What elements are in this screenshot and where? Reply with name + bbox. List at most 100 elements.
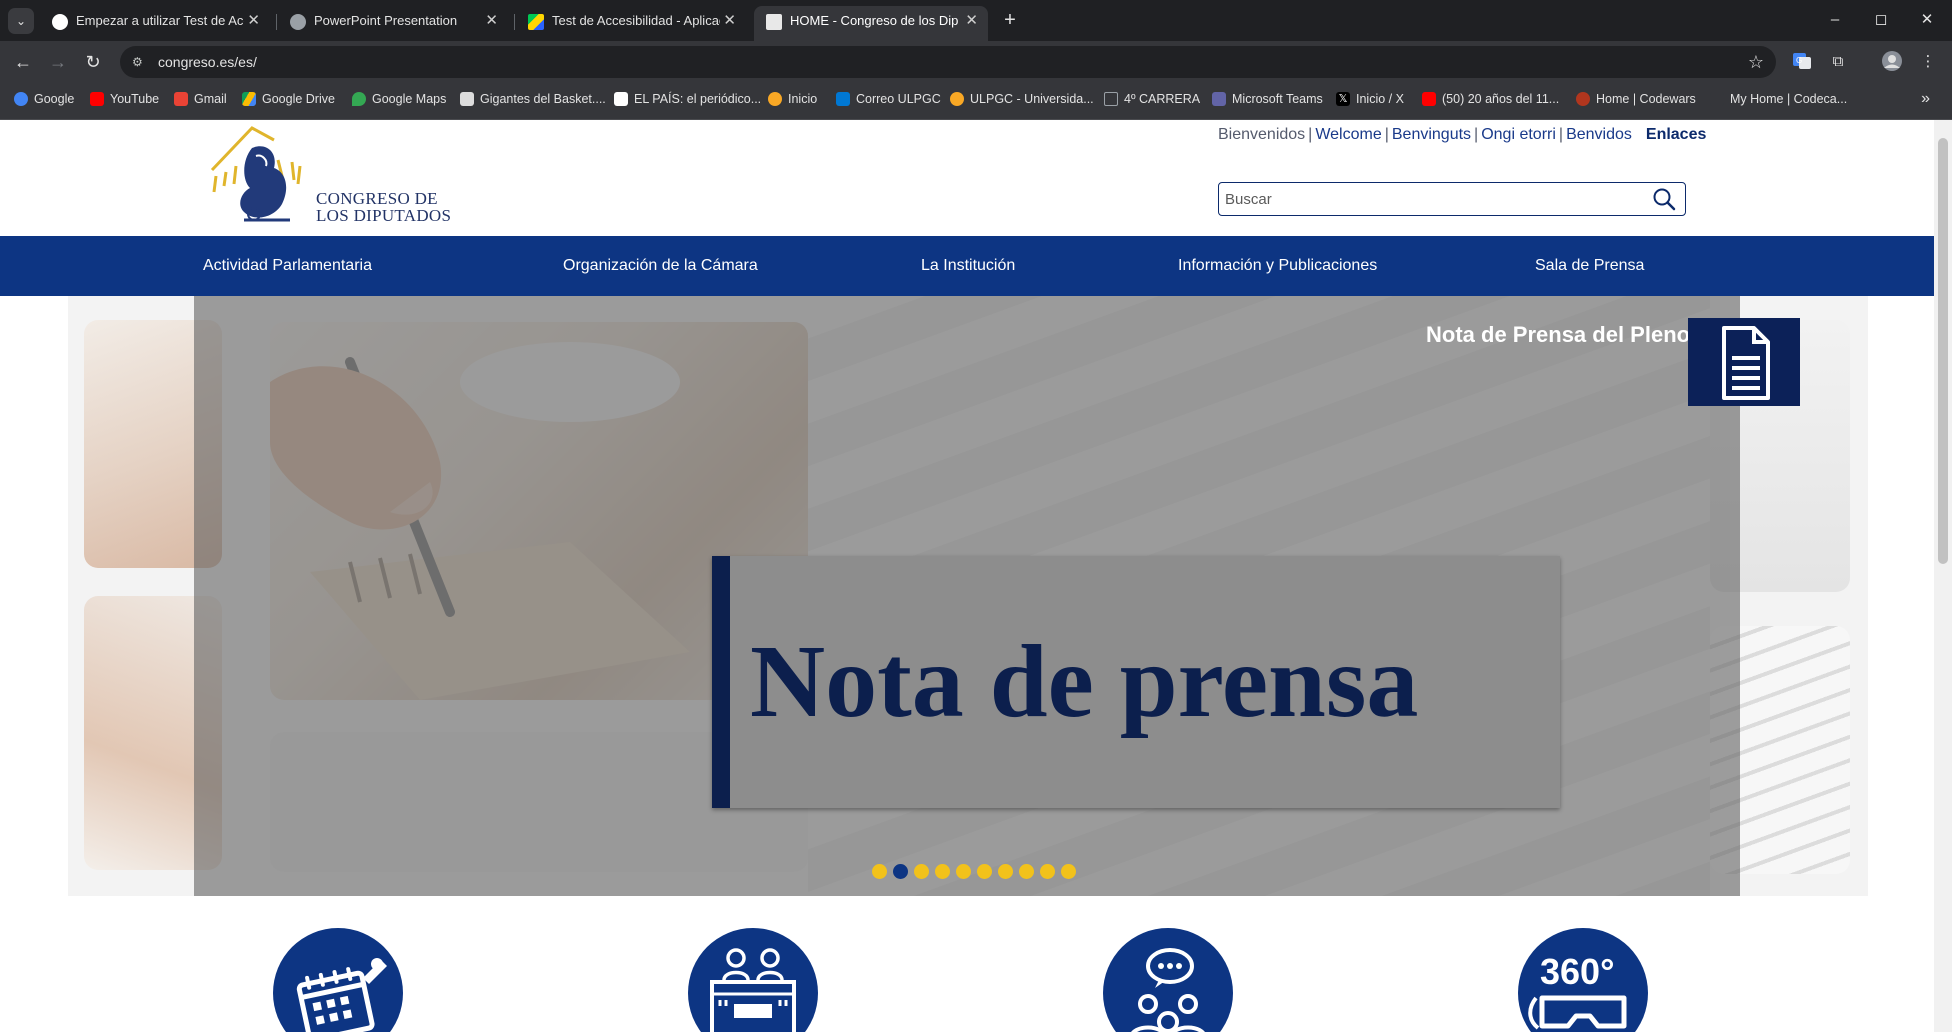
search-input[interactable]	[1225, 185, 1625, 213]
lang-link-en[interactable]: Welcome	[1315, 126, 1381, 143]
carousel-dot[interactable]	[893, 864, 908, 879]
gmail-icon	[174, 92, 188, 106]
language-bar: Bienvenidos | Welcome | Benvinguts | Ongi etor…	[1218, 126, 1706, 144]
main-navigation: Actividad Parlamentaria Organización de …	[0, 236, 1934, 296]
bookmark-item[interactable]: Microsoft Teams	[1210, 83, 1323, 115]
youtube-icon	[90, 92, 104, 106]
lang-link-es[interactable]: Bienvenidos	[1218, 126, 1305, 143]
carousel-dot[interactable]	[914, 864, 929, 879]
nav-organizacion-camara[interactable]: Organización de la Cámara	[563, 236, 758, 296]
enlaces-link[interactable]: Enlaces	[1646, 126, 1706, 143]
google-drive-icon	[242, 92, 256, 106]
profile-avatar[interactable]	[1880, 50, 1904, 74]
logo-text: CONGRESO DE LOS DIPUTADOS	[316, 190, 451, 224]
site-search	[1218, 182, 1686, 216]
hero-carousel[interactable]: Nota de Prensa del Pleno Nota de prensa	[68, 296, 1868, 896]
virtual-tour-360-icon-button[interactable]: 360°	[1518, 928, 1648, 1032]
tab-title: HOME - Congreso de los Diputados	[790, 13, 958, 28]
bookmark-label: YouTube	[110, 92, 160, 106]
bookmark-item[interactable]: YouTube	[88, 83, 159, 115]
translate-icon[interactable]: G	[1790, 50, 1814, 74]
lang-link-eu[interactable]: Ongi etorri	[1481, 126, 1556, 143]
close-window-icon[interactable]: ✕	[1904, 0, 1950, 41]
forward-icon[interactable]: →	[43, 48, 73, 78]
lang-link-ca[interactable]: Benvinguts	[1392, 126, 1471, 143]
lang-separator: |	[1474, 126, 1479, 143]
youtube-icon	[1422, 92, 1436, 106]
bookmark-item[interactable]: Correo ULPGC	[834, 83, 941, 115]
carousel-dot[interactable]	[872, 864, 887, 879]
browser-menu-icon[interactable]: ⋮	[1916, 50, 1940, 74]
extensions-icon[interactable]: ⧉	[1826, 50, 1850, 74]
teams-icon	[1212, 92, 1226, 106]
close-tab-icon[interactable]: ✕	[965, 6, 978, 35]
codecademy-icon	[1710, 92, 1724, 106]
carousel-dot[interactable]	[977, 864, 992, 879]
nav-informacion-publicaciones[interactable]: Información y Publicaciones	[1178, 236, 1377, 296]
carousel-dot[interactable]	[956, 864, 971, 879]
gigantes-icon	[460, 92, 474, 106]
bookmark-label: Gigantes del Basket....	[480, 92, 606, 106]
address-bar[interactable]: ⚙ congreso.es/es/ ☆	[120, 46, 1776, 78]
codewars-icon	[1576, 92, 1590, 106]
bookmark-item[interactable]: Google Maps	[350, 83, 446, 115]
scrollbar-thumb[interactable]	[1938, 138, 1948, 564]
nav-sala-de-prensa[interactable]: Sala de Prensa	[1535, 236, 1644, 296]
bookmark-label: Google Maps	[372, 92, 447, 106]
carousel-dot[interactable]	[1040, 864, 1055, 879]
bookmark-item[interactable]: (50) 20 años del 11...	[1420, 83, 1559, 115]
reload-icon[interactable]: ↻	[78, 48, 108, 78]
bookmark-item[interactable]: Home | Codewars	[1574, 83, 1696, 115]
globe-icon	[290, 14, 306, 30]
web-page: CONGRESO DE LOS DIPUTADOS Bienvenidos | We…	[0, 120, 1934, 1032]
browser-tab-active[interactable]: HOME - Congreso de los Diputados ✕	[754, 6, 988, 41]
play-store-icon	[528, 14, 544, 30]
tab-divider	[276, 14, 277, 30]
close-tab-icon[interactable]: ✕	[485, 6, 498, 35]
nav-actividad-parlamentaria[interactable]: Actividad Parlamentaria	[203, 236, 372, 296]
search-icon[interactable]	[1651, 186, 1677, 212]
bookmark-item[interactable]: ULPGC - Universida...	[948, 83, 1094, 115]
slide-title[interactable]: Nota de Prensa del Pleno	[1426, 322, 1690, 348]
maximize-icon[interactable]: ◻	[1858, 0, 1904, 41]
back-icon[interactable]: ←	[8, 48, 38, 78]
document-icon	[1722, 326, 1770, 400]
bookmark-item[interactable]: 𝕏 Inicio / X	[1334, 83, 1404, 115]
bookmark-item[interactable]: Google Drive	[240, 83, 335, 115]
browser-tab[interactable]: PowerPoint Presentation ✕	[278, 6, 508, 41]
bookmark-item[interactable]: Google	[12, 83, 74, 115]
bookmark-item[interactable]: Gigantes del Basket....	[458, 83, 606, 115]
nav-la-institucion[interactable]: La Institución	[921, 236, 1015, 296]
carousel-dot[interactable]	[1019, 864, 1034, 879]
bookmarks-bar: Google YouTube Gmail Google Drive Google…	[0, 83, 1952, 120]
new-tab-button[interactable]: +	[996, 6, 1024, 34]
carousel-dot[interactable]	[1061, 864, 1076, 879]
bookmark-star-icon[interactable]: ☆	[1748, 46, 1764, 78]
more-bookmarks-icon[interactable]: »	[1921, 83, 1930, 115]
calendar-icon-button[interactable]	[273, 928, 403, 1032]
minimize-icon[interactable]: –	[1812, 0, 1858, 41]
lang-separator: |	[1384, 126, 1389, 143]
carousel-dot[interactable]	[998, 864, 1013, 879]
browser-toolbar: ← → ↻ ⚙ congreso.es/es/ ☆ G ⧉ ⋮	[0, 41, 1952, 83]
close-tab-icon[interactable]: ✕	[247, 6, 260, 35]
bookmark-item[interactable]: Gmail	[172, 83, 227, 115]
congreso-logo[interactable]: CONGRESO DE LOS DIPUTADOS	[208, 126, 468, 230]
bookmark-item[interactable]: My Home | Codeca...	[1708, 83, 1847, 115]
close-tab-icon[interactable]: ✕	[723, 6, 736, 35]
tab-search-button[interactable]: ⌄	[8, 8, 34, 34]
bookmark-item[interactable]: Inicio	[766, 83, 817, 115]
browser-tab[interactable]: Empezar a utilizar Test de Accesibilidad…	[40, 6, 270, 41]
site-info-icon[interactable]: ⚙	[132, 54, 148, 70]
bookmark-item[interactable]: EL PAÍS: el periódico...	[612, 83, 761, 115]
congress-podium-icon-button[interactable]	[688, 928, 818, 1032]
people-chat-icon-button[interactable]	[1103, 928, 1233, 1032]
document-button[interactable]	[1688, 318, 1800, 406]
url-text[interactable]: congreso.es/es/	[158, 46, 257, 78]
carousel-dot[interactable]	[935, 864, 950, 879]
bookmark-label: Google	[34, 92, 75, 106]
lang-link-gl[interactable]: Benvidos	[1566, 126, 1632, 143]
page-scrollbar[interactable]	[1934, 120, 1952, 1032]
browser-tab[interactable]: Test de Accesibilidad - Aplicaciones ✕	[516, 6, 746, 41]
bookmark-item[interactable]: 4º CARRERA	[1102, 83, 1200, 115]
